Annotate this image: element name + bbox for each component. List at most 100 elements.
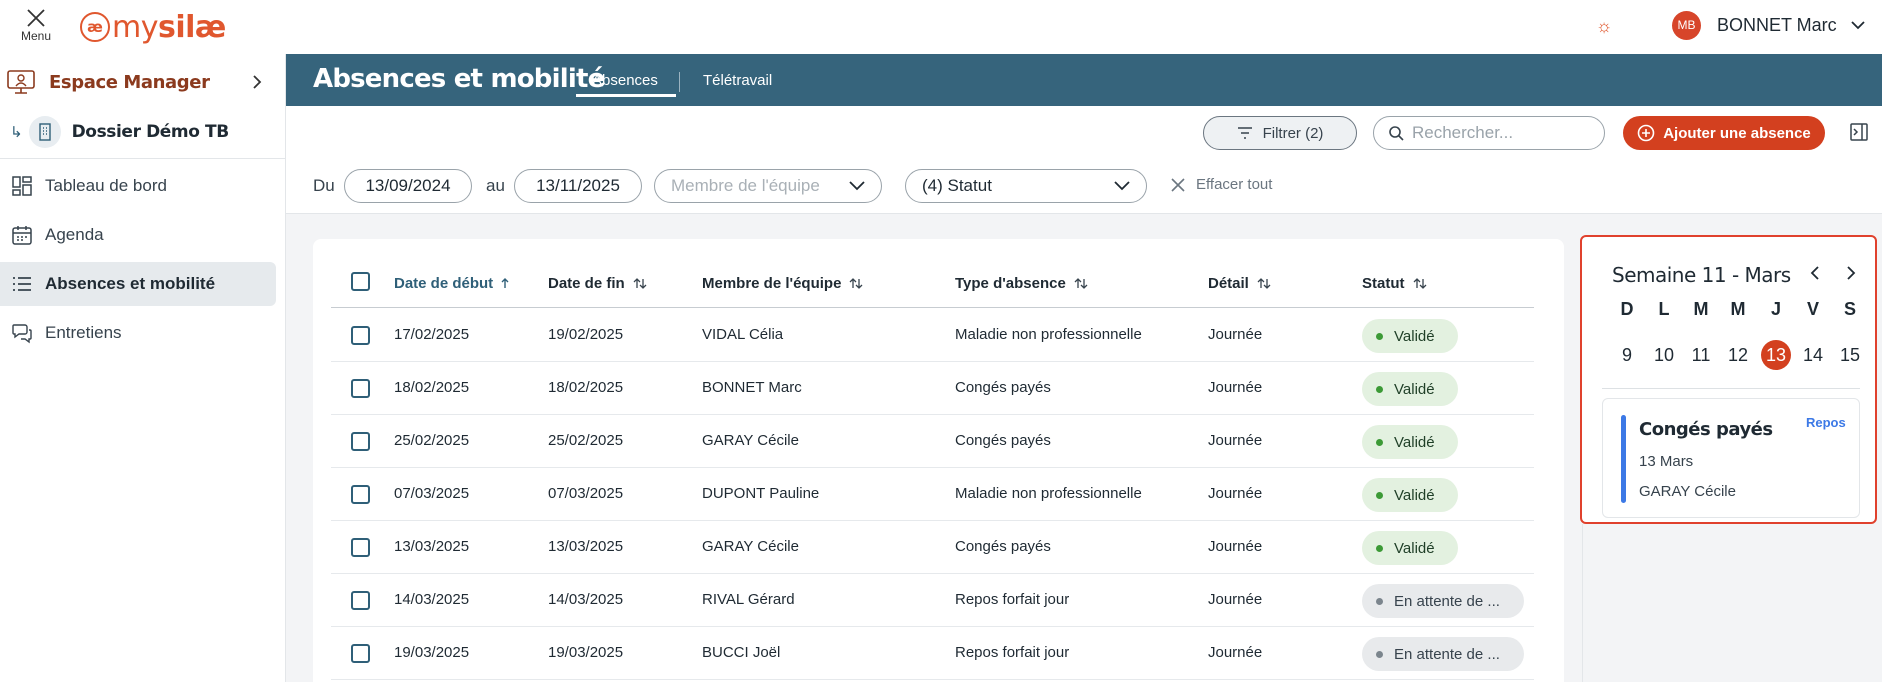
collapse-panel-icon[interactable] [1850, 123, 1868, 141]
weekday-label: L [1658, 299, 1670, 319]
table-row[interactable]: 19/03/2025 19/03/2025 BUCCI Joël Repos f… [331, 627, 1534, 680]
list-icon [10, 272, 34, 296]
tab-teletravail[interactable]: Télétravail [703, 72, 772, 89]
row-checkbox[interactable] [351, 485, 370, 504]
cell-member: GARAY Cécile [702, 432, 799, 449]
sidebar-item-label: Entretiens [45, 323, 122, 342]
clear-all-button[interactable]: Effacer tout [1170, 176, 1272, 193]
filters-row: Du 13/09/2024 au 13/11/2025 Membre de l'… [286, 158, 1882, 214]
table-row[interactable]: 07/03/2025 07/03/2025 DUPONT Pauline Mal… [331, 468, 1534, 521]
row-checkbox[interactable] [351, 432, 370, 451]
filter-button[interactable]: Filtrer (2) [1203, 116, 1357, 150]
cell-type: Congés payés [955, 432, 1051, 449]
calendar-event-card[interactable]: Congés payés Repos 13 Mars GARAY Cécile [1602, 398, 1860, 518]
dashboard-icon [10, 174, 34, 198]
column-detail[interactable]: Détail [1208, 275, 1271, 292]
cell-type: Maladie non professionnelle [955, 326, 1142, 343]
cell-detail: Journée [1208, 644, 1263, 661]
dossier-label: Dossier Démo TB [71, 122, 230, 142]
calendar-day[interactable]: 12 [1723, 340, 1753, 370]
row-checkbox[interactable] [351, 379, 370, 398]
close-icon [27, 9, 45, 27]
add-absence-label: Ajouter une absence [1663, 124, 1811, 142]
row-checkbox[interactable] [351, 326, 370, 345]
cell-detail: Journée [1208, 538, 1263, 555]
calendar-day[interactable]: 11 [1686, 340, 1716, 370]
theme-sun-icon[interactable]: ☼ [1592, 14, 1616, 38]
table-row[interactable]: 18/02/2025 18/02/2025 BONNET Marc Congés… [331, 362, 1534, 415]
event-tag: Repos [1806, 415, 1846, 430]
sidebar-item-label: Absences et mobilité [45, 274, 216, 293]
calendar-day[interactable]: 15 [1835, 340, 1865, 370]
cell-end: 07/03/2025 [548, 485, 624, 502]
calendar-day[interactable]: 14 [1798, 340, 1828, 370]
calendar-day-selected[interactable]: 13 [1761, 340, 1791, 370]
manager-desk-icon [7, 70, 35, 94]
event-date: 13 Mars [1639, 453, 1694, 470]
status-dot [1376, 650, 1383, 658]
sidebar-item-entretiens[interactable]: Entretiens [0, 311, 276, 355]
cell-type: Maladie non professionnelle [955, 485, 1142, 502]
sidebar-item-tableau-de-bord[interactable]: Tableau de bord [0, 164, 276, 208]
mysilae-logo[interactable]: æ mysilæ [80, 10, 226, 45]
previous-week-icon[interactable] [1810, 266, 1820, 280]
status-select[interactable]: (4) Statut [905, 169, 1147, 203]
cell-end: 19/03/2025 [548, 644, 624, 661]
member-select[interactable]: Membre de l'équipe [654, 169, 882, 203]
status-dot [1376, 544, 1383, 552]
cell-detail: Journée [1208, 379, 1263, 396]
sort-icon [1074, 278, 1088, 289]
column-statut[interactable]: Statut [1362, 275, 1427, 292]
cell-end: 25/02/2025 [548, 432, 624, 449]
row-checkbox[interactable] [351, 591, 370, 610]
espace-manager-switch[interactable]: Espace Manager [0, 62, 286, 102]
sidebar-item-agenda[interactable]: Agenda [0, 213, 276, 257]
sidebar-item-absences[interactable]: Absences et mobilité [0, 262, 276, 306]
column-membre[interactable]: Membre de l'équipe [702, 275, 863, 292]
sidebar: Espace Manager ↳ Dossier Démo TB Tableau… [0, 54, 286, 682]
cell-start: 13/03/2025 [394, 538, 470, 555]
row-checkbox[interactable] [351, 538, 370, 557]
cell-member: VIDAL Célia [702, 326, 784, 343]
cell-type: Congés payés [955, 379, 1051, 396]
calendar-day[interactable]: 10 [1649, 340, 1679, 370]
tab-divider [679, 72, 680, 92]
to-label: au [486, 176, 505, 195]
plus-circle-icon [1637, 124, 1655, 142]
next-week-icon[interactable] [1846, 266, 1856, 280]
close-icon [1171, 177, 1185, 192]
sidebar-item-label: Agenda [45, 225, 104, 244]
tab-absences[interactable]: Absences [592, 72, 658, 89]
menu-button[interactable]: Menu [16, 6, 56, 46]
column-date-debut[interactable]: Date de début [394, 275, 509, 292]
status-badge: Validé [1362, 372, 1458, 406]
weekday-label: M [1730, 299, 1746, 319]
cell-member: RIVAL Gérard [702, 591, 795, 608]
sidebar-item-label: Tableau de bord [45, 176, 167, 195]
table-row[interactable]: 13/03/2025 13/03/2025 GARAY Cécile Congé… [331, 521, 1534, 574]
table-row[interactable]: 14/03/2025 14/03/2025 RIVAL Gérard Repos… [331, 574, 1534, 627]
add-absence-button[interactable]: Ajouter une absence [1623, 116, 1825, 150]
end-date-field[interactable]: 13/11/2025 [514, 169, 642, 203]
user-menu[interactable]: MB BONNET Marc [1672, 10, 1865, 40]
dossier-switch[interactable]: ↳ Dossier Démo TB [0, 110, 286, 154]
active-tab-indicator [576, 94, 676, 97]
search-input[interactable] [1412, 123, 1592, 143]
status-dot [1376, 597, 1383, 605]
select-all-checkbox[interactable] [351, 272, 370, 291]
sort-icon [1257, 278, 1271, 289]
start-date-field[interactable]: 13/09/2024 [344, 169, 472, 203]
calendar-day[interactable]: 9 [1612, 340, 1642, 370]
chevron-down-icon [1851, 21, 1865, 30]
cell-start: 07/03/2025 [394, 485, 470, 502]
table-row[interactable]: 17/02/2025 19/02/2025 VIDAL Célia Maladi… [331, 309, 1534, 362]
column-type-absence[interactable]: Type d'absence [955, 275, 1088, 292]
status-badge: Validé [1362, 531, 1458, 565]
cell-detail: Journée [1208, 485, 1263, 502]
search-box[interactable] [1373, 116, 1605, 150]
row-checkbox[interactable] [351, 644, 370, 663]
cell-member: BONNET Marc [702, 379, 802, 396]
chat-icon [10, 321, 34, 345]
table-row[interactable]: 25/02/2025 25/02/2025 GARAY Cécile Congé… [331, 415, 1534, 468]
column-date-fin[interactable]: Date de fin [548, 275, 647, 292]
